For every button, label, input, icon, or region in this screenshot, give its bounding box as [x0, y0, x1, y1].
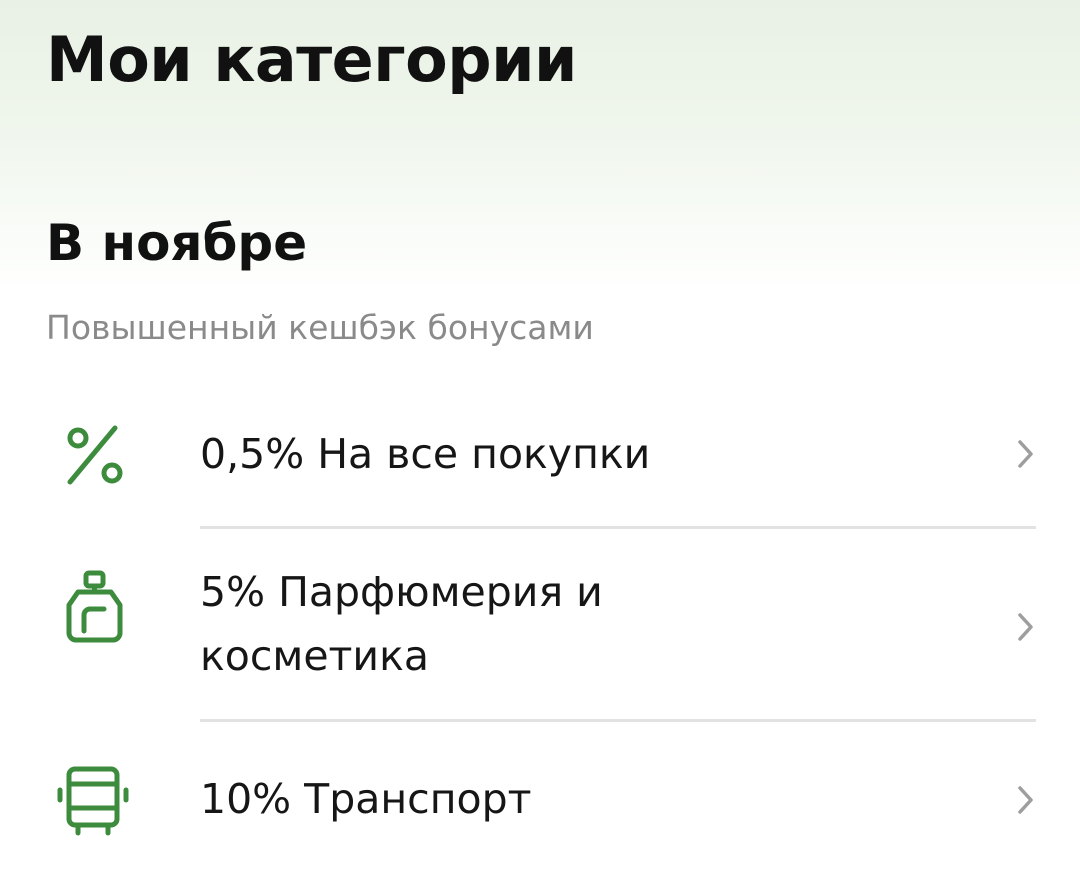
category-row-transport[interactable]: 10% Транспорт: [0, 722, 1080, 870]
section-title: В ноябре: [46, 214, 308, 272]
perfume-bottle-icon: [58, 569, 132, 643]
chevron-right-icon: [1010, 607, 1040, 647]
chevron-right-icon: [1010, 780, 1040, 820]
bus-icon: [56, 762, 130, 836]
percent-icon: [58, 418, 132, 492]
page-title: Мои категории: [46, 23, 577, 96]
category-row-all-purchases[interactable]: 0,5% На все покупки: [0, 400, 1080, 528]
chevron-right-icon: [1010, 434, 1040, 474]
category-row-perfume[interactable]: 5% Парфюмерия и косметика: [0, 529, 1080, 721]
section-subtitle: Повышенный кешбэк бонусами: [46, 308, 594, 347]
category-label: 0,5% На все покупки: [200, 430, 651, 478]
category-label: 5% Парфюмерия и косметика: [200, 568, 603, 680]
category-label: 10% Транспорт: [200, 775, 532, 823]
